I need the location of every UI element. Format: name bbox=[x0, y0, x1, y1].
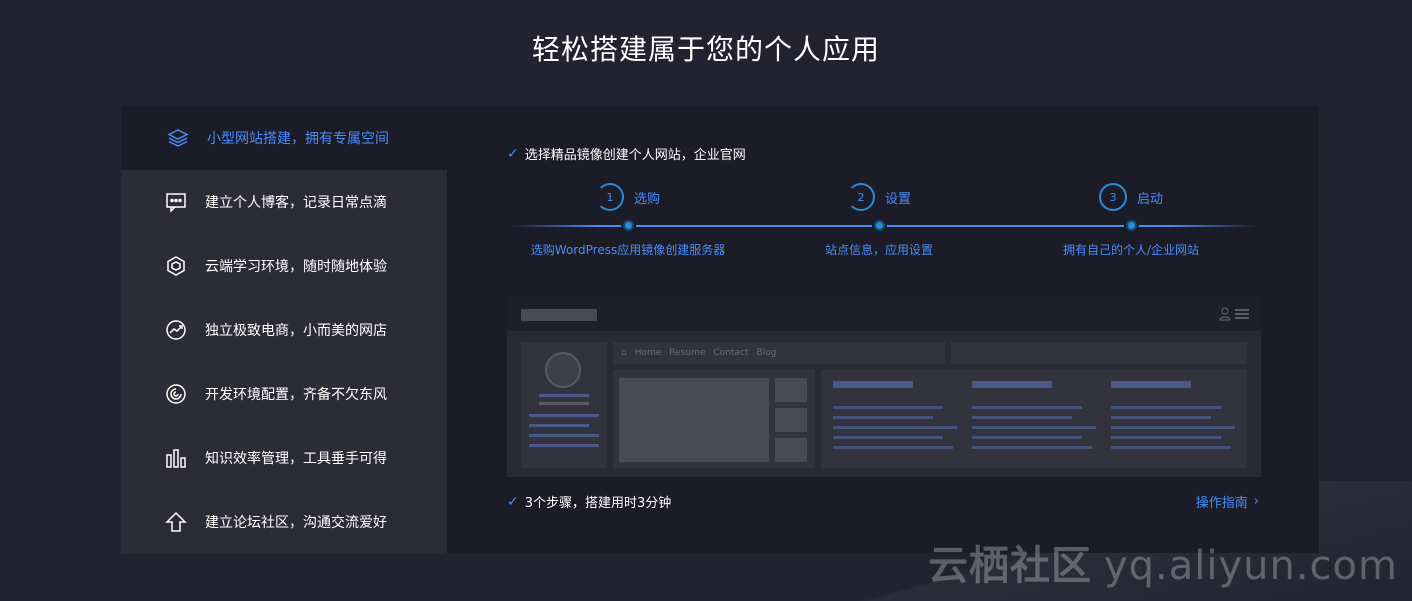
mockup-card-title bbox=[972, 381, 1052, 388]
step-description: 拥有自己的个人/企业网站 bbox=[1062, 243, 1200, 257]
mockup-line bbox=[1111, 406, 1221, 409]
step-description: 选购WordPress应用镜像创建服务器 bbox=[530, 243, 726, 257]
step-name: 设置 bbox=[884, 191, 911, 207]
summary-text: 3个步骤，搭建用时3分钟 bbox=[524, 496, 672, 511]
sidebar-item-label: 知识效率管理，工具垂手可得 bbox=[205, 451, 387, 467]
step-description: 站点信息，应用设置 bbox=[824, 243, 933, 257]
mockup-line bbox=[972, 446, 1092, 449]
mockup-line bbox=[972, 406, 1082, 409]
mockup-line bbox=[529, 424, 589, 427]
step-number: 2 bbox=[846, 183, 875, 211]
watermark-brand: 云栖社区 bbox=[927, 543, 1092, 589]
mockup-line bbox=[1111, 426, 1235, 429]
mockup-line bbox=[1111, 436, 1221, 439]
sidebar-item-learning[interactable]: 云端学习环境，随时随地体验 bbox=[121, 234, 447, 298]
home-icon: ⌂ bbox=[621, 348, 627, 358]
mockup-thumbnail bbox=[775, 378, 807, 402]
summary: ✓ 3个步骤，搭建用时3分钟 bbox=[507, 492, 672, 512]
headline-text: 选择精品镜像创建个人网站，企业官网 bbox=[524, 148, 746, 163]
sidebar-item-label: 开发环境配置，齐备不欠东风 bbox=[205, 387, 387, 403]
hexagon-cube-icon bbox=[165, 255, 187, 277]
step-3: 3 启动 拥有自己的个人/企业网站 bbox=[1021, 182, 1241, 258]
sidebar-item-label: 小型网站搭建，拥有专属空间 bbox=[207, 131, 389, 147]
mockup-line bbox=[539, 394, 589, 397]
mockup-line bbox=[833, 406, 943, 409]
mockup-line bbox=[833, 446, 953, 449]
feature-panel: 小型网站搭建，拥有专属空间 建立个人博客，记录日常点滴 云端学习环境，随时随地体… bbox=[121, 106, 1319, 554]
sidebar-item-label: 建立论坛社区，沟通交流爱好 bbox=[205, 515, 387, 531]
mockup-main-image bbox=[619, 378, 769, 462]
layers-icon bbox=[167, 127, 189, 149]
timeline-dot bbox=[622, 220, 634, 231]
mockup-nav-item: Home bbox=[634, 348, 662, 358]
sidebar-item-blog[interactable]: 建立个人博客，记录日常点滴 bbox=[121, 170, 447, 234]
mockup-thumbnail bbox=[775, 408, 807, 432]
mockup-line bbox=[833, 416, 933, 419]
mockup-line bbox=[972, 426, 1096, 429]
mockup-card-title bbox=[833, 381, 913, 388]
chat-bubble-icon bbox=[165, 191, 187, 213]
sidebar-item-label: 云端学习环境，随时随地体验 bbox=[205, 259, 387, 275]
bar-chart-icon bbox=[165, 447, 187, 469]
sidebar-item-label: 独立极致电商，小而美的网店 bbox=[205, 323, 387, 339]
sidebar-item-forum[interactable]: 建立论坛社区，沟通交流爱好 bbox=[121, 490, 447, 554]
page-title: 轻松搭建属于您的个人应用 bbox=[531, 33, 880, 66]
guide-link[interactable]: 操作指南 › bbox=[1196, 492, 1259, 511]
step-name: 启动 bbox=[1136, 191, 1163, 207]
avatar bbox=[545, 352, 581, 388]
mockup-line bbox=[972, 416, 1072, 419]
mockup-thumbnail bbox=[775, 438, 807, 462]
sidebar-item-ecommerce[interactable]: 独立极致电商，小而美的网店 bbox=[121, 298, 447, 362]
chevron-right-icon: › bbox=[1253, 494, 1259, 509]
mockup-line bbox=[529, 434, 599, 437]
user-icon bbox=[1219, 307, 1231, 321]
sidebar-item-knowledge[interactable]: 知识效率管理，工具垂手可得 bbox=[121, 426, 447, 490]
sidebar-item-small-website[interactable]: 小型网站搭建，拥有专属空间 bbox=[121, 106, 447, 170]
trend-chart-icon bbox=[165, 319, 187, 341]
mockup-line bbox=[1111, 416, 1211, 419]
arrow-up-icon bbox=[165, 511, 187, 533]
content-area: ✓ 选择精品镜像创建个人网站，企业官网 1 选购 选购WordPress应用镜像… bbox=[447, 106, 1319, 553]
mockup-nav-item: Resume bbox=[669, 348, 706, 358]
sidebar-item-label: 建立个人博客，记录日常点滴 bbox=[205, 195, 387, 211]
checkmark-icon: ✓ bbox=[507, 145, 519, 162]
mockup-card-title bbox=[1111, 381, 1191, 388]
mockup-header bbox=[507, 297, 1261, 331]
sidebar-item-devenv[interactable]: 开发环境配置，齐备不欠东风 bbox=[121, 362, 447, 426]
mockup-nav-item: Contact bbox=[713, 348, 749, 358]
mockup-cards bbox=[821, 370, 1247, 468]
timeline-dot bbox=[1125, 220, 1137, 231]
mockup-line bbox=[833, 436, 943, 439]
mockup-line bbox=[539, 402, 589, 405]
mockup-nav-item: Blog bbox=[756, 348, 777, 358]
mockup-line bbox=[833, 426, 957, 429]
mockup-line bbox=[972, 436, 1082, 439]
swirl-icon bbox=[165, 383, 187, 405]
step-2: 2 设置 站点信息，应用设置 bbox=[769, 182, 989, 258]
mockup-nav: ⌂ Home Resume Contact Blog bbox=[613, 342, 945, 364]
step-number: 1 bbox=[595, 183, 624, 211]
website-preview-mockup: ⌂ Home Resume Contact Blog bbox=[507, 297, 1261, 477]
step-number: 3 bbox=[1098, 183, 1127, 211]
checkmark-icon: ✓ bbox=[507, 493, 519, 510]
mockup-profile-card bbox=[521, 342, 607, 468]
mockup-tabs bbox=[951, 342, 1247, 364]
step-name: 选购 bbox=[633, 191, 660, 207]
watermark-url: yq.aliyun.com bbox=[1103, 543, 1398, 589]
watermark: 云栖社区 yq.aliyun.com bbox=[928, 533, 1398, 591]
guide-link-label: 操作指南 bbox=[1195, 496, 1248, 511]
mockup-line bbox=[529, 414, 599, 417]
mockup-line bbox=[1111, 446, 1231, 449]
headline: ✓ 选择精品镜像创建个人网站，企业官网 bbox=[507, 144, 746, 164]
mockup-line bbox=[529, 444, 599, 447]
mockup-logo bbox=[521, 309, 597, 321]
timeline-dot bbox=[873, 220, 885, 231]
menu-icon bbox=[1235, 309, 1249, 319]
sidebar: 小型网站搭建，拥有专属空间 建立个人博客，记录日常点滴 云端学习环境，随时随地体… bbox=[121, 106, 447, 554]
step-1: 1 选购 选购WordPress应用镜像创建服务器 bbox=[518, 182, 738, 258]
